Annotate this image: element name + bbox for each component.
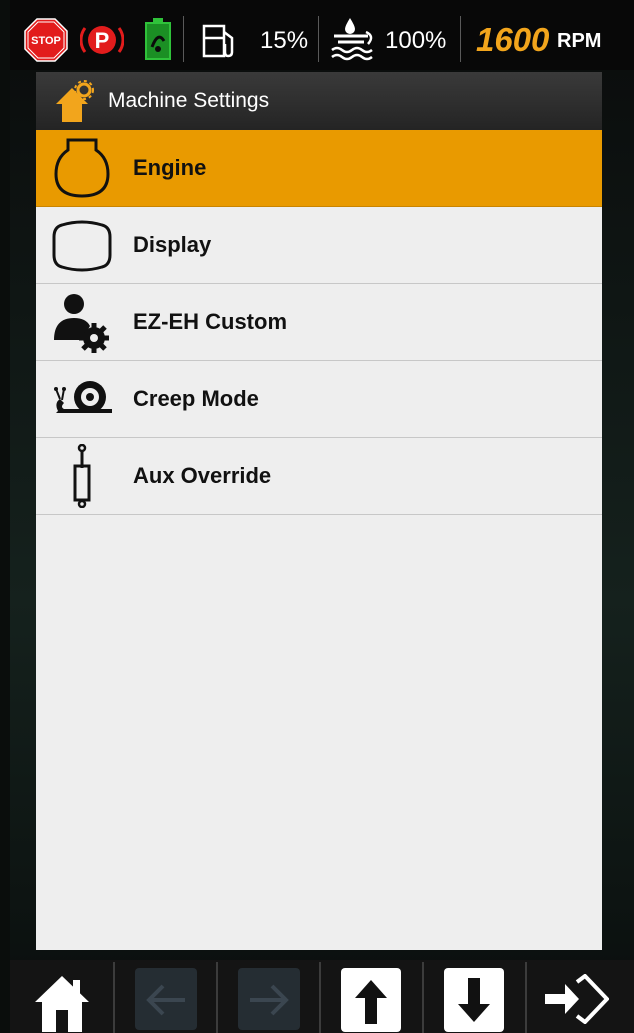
engine-rpm-value: 1600 xyxy=(476,21,550,58)
home-gear-icon xyxy=(56,80,94,122)
engine-rpm-unit: RPM xyxy=(557,30,602,52)
menu-item-label: Creep Mode xyxy=(133,386,259,411)
snail-icon xyxy=(54,381,112,413)
status-separator xyxy=(318,16,319,62)
back-button[interactable] xyxy=(115,960,216,1033)
hydraulic-filter-icon xyxy=(145,18,171,60)
fuel-icon xyxy=(202,24,234,58)
def-level: 100% xyxy=(385,27,447,54)
menu-item-engine[interactable]: Engine xyxy=(36,130,602,207)
scroll-down-button[interactable] xyxy=(424,960,525,1033)
status-separator xyxy=(460,16,461,62)
park-brake-icon: P xyxy=(80,26,124,54)
cylinder-icon xyxy=(73,444,91,508)
forward-button[interactable] xyxy=(218,960,319,1033)
menu-item-label: Display xyxy=(133,232,212,257)
home-icon xyxy=(35,976,89,1032)
menu-item-ez-eh-custom[interactable]: EZ-EH Custom xyxy=(36,284,602,361)
arrow-left-icon xyxy=(146,984,185,1016)
display-icon xyxy=(52,220,112,272)
arrow-right-icon xyxy=(250,984,289,1016)
menu-item-label: EZ-EH Custom xyxy=(133,309,287,334)
stop-icon: STOP xyxy=(24,18,68,62)
stop-icon-text: STOP xyxy=(31,35,61,47)
home-button[interactable] xyxy=(11,960,112,1033)
scroll-up-button[interactable] xyxy=(321,960,422,1033)
exit-icon xyxy=(545,974,609,1024)
menu-item-creep-mode[interactable]: Creep Mode xyxy=(36,361,602,438)
panel-header: Machine Settings xyxy=(36,72,602,130)
exit-button[interactable] xyxy=(527,960,628,1033)
user-gear-icon xyxy=(54,294,109,353)
menu-item-aux-override[interactable]: Aux Override xyxy=(36,438,602,515)
park-icon-text: P xyxy=(95,28,110,53)
def-level-icon xyxy=(331,18,373,61)
fuel-level: 15% xyxy=(260,27,309,54)
arrow-down-icon xyxy=(458,978,490,1022)
arrow-up-icon xyxy=(355,980,387,1024)
engine-icon xyxy=(54,138,110,198)
menu-item-label: Aux Override xyxy=(133,463,272,488)
menu-item-label: Engine xyxy=(133,155,207,180)
machine-settings-panel: Machine Settings Engine Display EZ-EH Cu… xyxy=(36,72,602,950)
menu-item-display[interactable]: Display xyxy=(36,207,602,284)
page-title: Machine Settings xyxy=(108,89,270,112)
status-separator xyxy=(183,16,184,62)
